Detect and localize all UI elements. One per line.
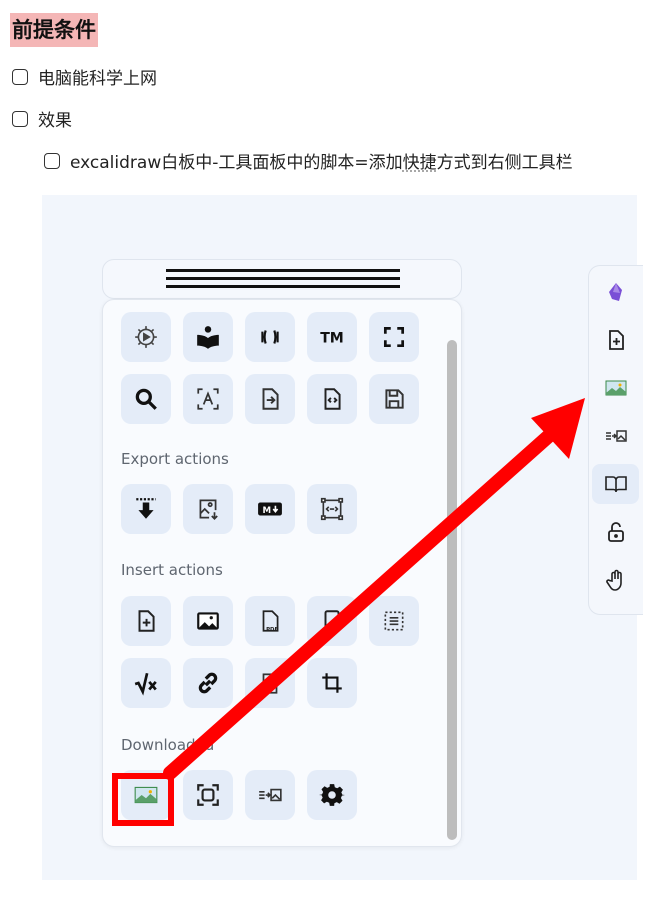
checkbox[interactable] xyxy=(12,110,28,127)
checklist-item-effect[interactable]: 效果 xyxy=(12,106,72,131)
checkbox[interactable] xyxy=(12,68,28,85)
checklist-label: 效果 xyxy=(38,111,72,131)
checklist-label: excalidraw白板中-工具面板中的脚本=添加快捷方式到右侧工具栏 xyxy=(70,153,573,173)
checkbox[interactable] xyxy=(44,152,60,169)
checklist-item-excalidraw[interactable]: excalidraw白板中-工具面板中的脚本=添加快捷方式到右侧工具栏 xyxy=(44,148,573,173)
dotted-term: 快捷 xyxy=(402,153,437,173)
checklist-label: 电脑能科学上网 xyxy=(38,69,157,89)
page-heading: 前提条件 xyxy=(10,13,98,47)
excalidraw-screenshot: TM Export actions M Insert actions PDF D… xyxy=(42,195,643,880)
checklist-item-internet[interactable]: 电脑能科学上网 xyxy=(12,64,157,89)
red-highlight-box xyxy=(112,773,174,826)
